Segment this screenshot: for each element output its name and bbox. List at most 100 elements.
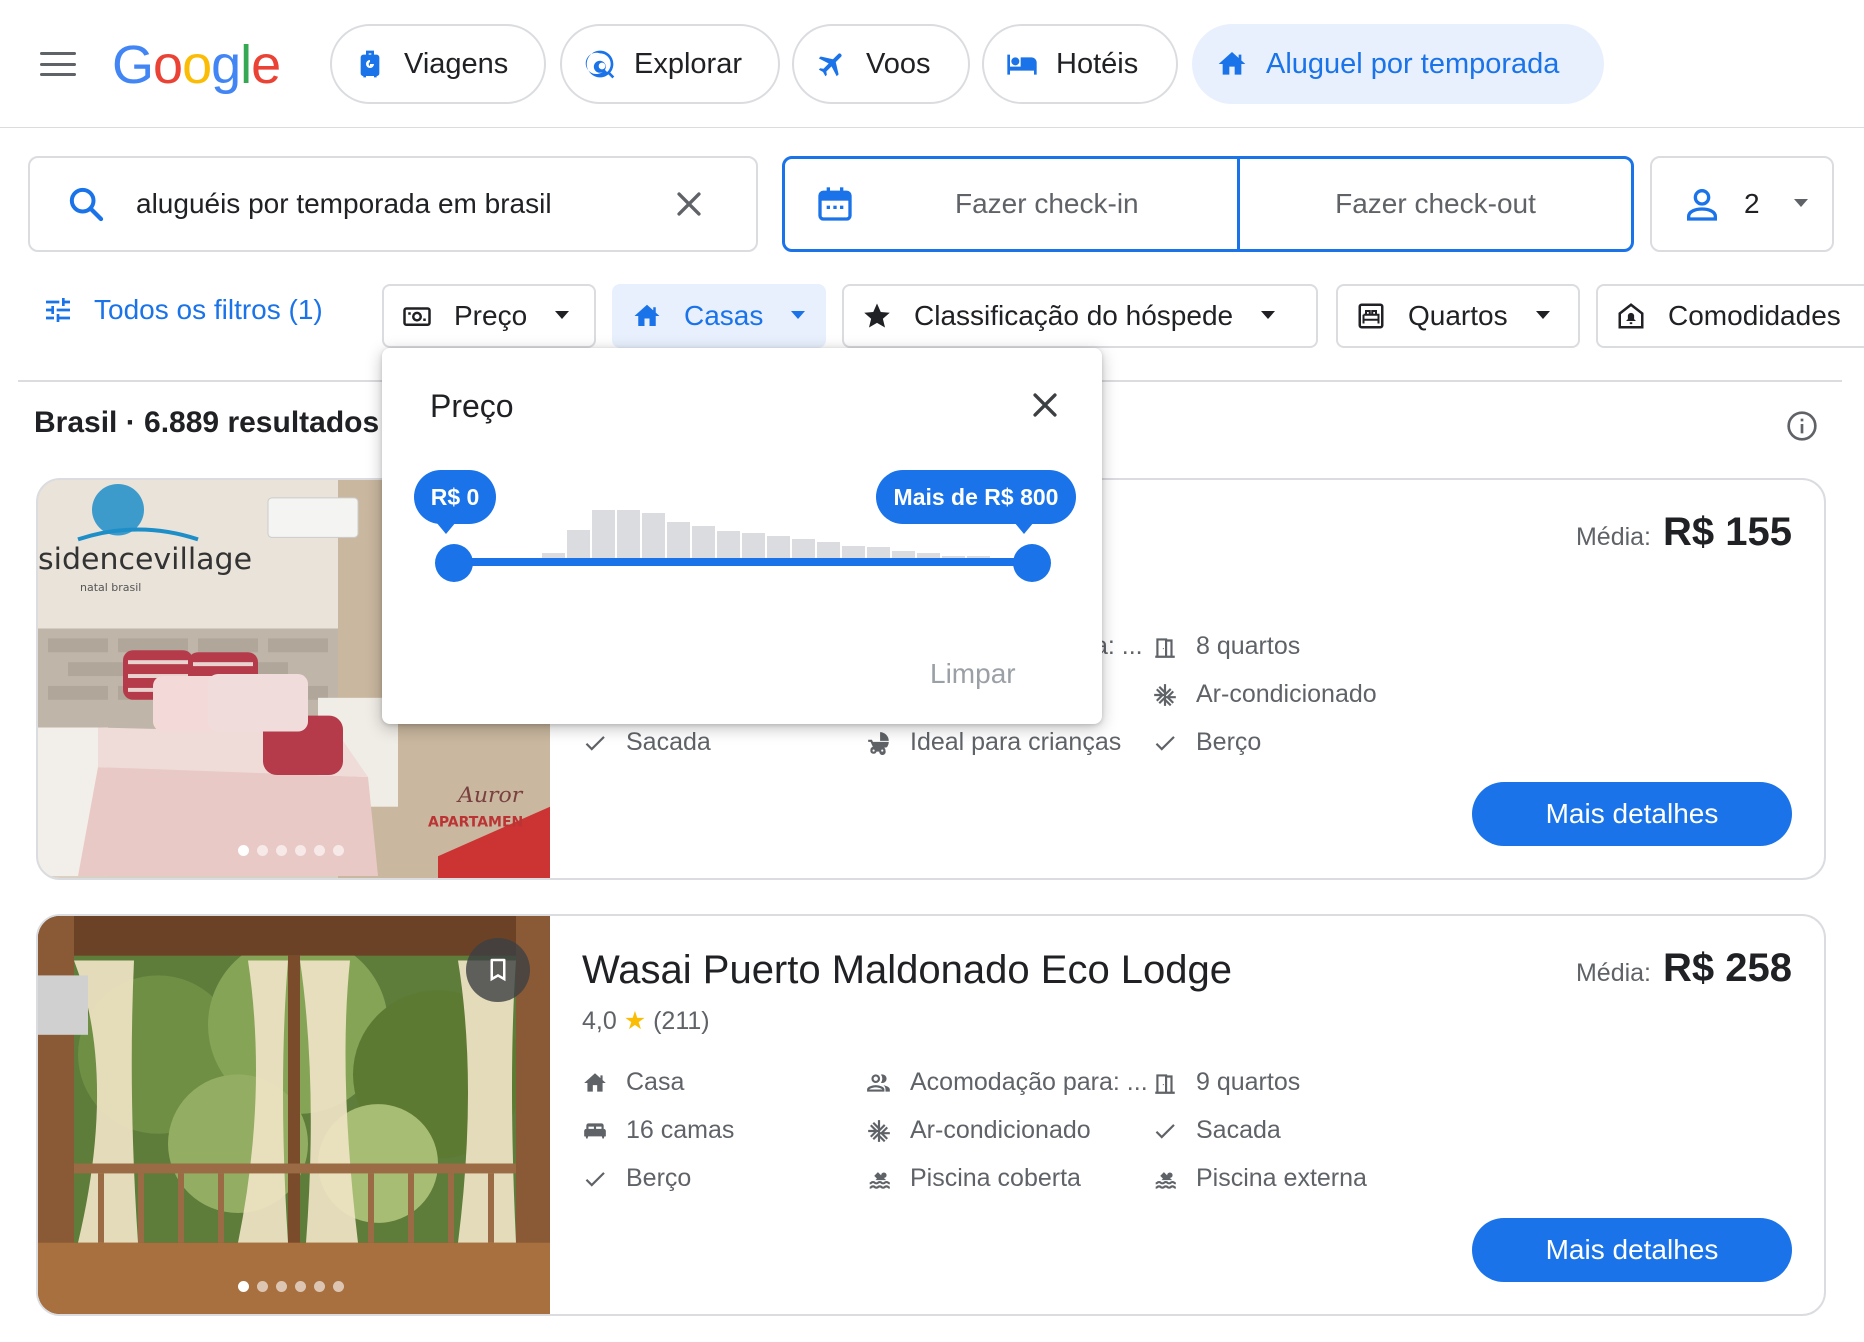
close-icon[interactable] (1028, 388, 1062, 422)
amenity-text: Acomodação para: ... (910, 1068, 1148, 1096)
checkin-field[interactable]: Fazer check-in (785, 159, 1240, 249)
amenity-text: Piscina externa (1196, 1164, 1367, 1192)
guests-icon (867, 1073, 890, 1092)
histogram-bar (692, 526, 715, 558)
rating-value: 4,0 (582, 1007, 617, 1035)
amenity-text: Casa (626, 1068, 685, 1096)
nav-label: Aluguel por temporada (1266, 47, 1560, 80)
amenity-text: 9 quartos (1196, 1068, 1301, 1096)
search-input[interactable]: aluguéis por temporada em brasil (136, 188, 672, 220)
home-icon (1218, 52, 1246, 75)
search-box[interactable]: aluguéis por temporada em brasil (28, 156, 758, 252)
price-prefix: Média: (1575, 523, 1652, 551)
snowflake-icon (1154, 683, 1176, 706)
search-icon (69, 187, 104, 222)
histogram-bar (867, 547, 890, 558)
snowflake-icon (868, 1119, 890, 1142)
nav-explorar[interactable]: Explorar (560, 24, 780, 104)
info-icon[interactable] (1786, 410, 1818, 442)
price-filter-popup: Preço R$ 0 Mais de R$ 800 Limpar (382, 348, 1102, 724)
nav-voos[interactable]: Voos (792, 24, 970, 104)
menu-icon[interactable] (40, 52, 76, 76)
tune-icon (46, 298, 70, 322)
guests-selector[interactable]: 2 (1650, 156, 1834, 252)
bed-icon (584, 1122, 606, 1139)
amenity: Piscina coberta (866, 1164, 1081, 1193)
clear-search-icon[interactable] (672, 187, 706, 221)
histogram-bar (642, 513, 665, 558)
photo-brand-subtext: natal brasil (80, 581, 141, 594)
nav-hoteis[interactable]: Hotéis (982, 24, 1178, 104)
price-slider-max-handle[interactable] (1013, 544, 1051, 582)
person-icon (1687, 189, 1717, 221)
star-icon (864, 303, 890, 328)
amenity: Berço (1152, 728, 1261, 757)
amenities-icon (1618, 303, 1644, 329)
more-details-button[interactable]: Mais detalhes (1472, 782, 1792, 846)
chevron-down-icon (1793, 199, 1808, 207)
histogram-bar (617, 510, 640, 558)
photo-brand-text: sidencevillage (38, 542, 252, 577)
price-slider-track[interactable] (454, 558, 1032, 566)
all-filters-button[interactable]: Todos os filtros (1) (42, 294, 323, 326)
plane-icon (818, 53, 842, 77)
top-bar: Google Viagens Explorar Voos Hotéis Alug… (0, 0, 1864, 128)
max-price-tooltip: Mais de R$ 800 (876, 470, 1076, 534)
date-picker: Fazer check-in Fazer check-out (782, 156, 1634, 252)
amenity: Piscina externa (1152, 1164, 1367, 1193)
amenity: Casa (582, 1068, 684, 1097)
price-icon (403, 307, 431, 326)
home-icon (584, 1072, 606, 1092)
histogram-bar (792, 539, 815, 558)
photo-carousel-dots[interactable] (238, 845, 344, 856)
check-icon (585, 735, 605, 751)
listing-card[interactable]: Wasai Puerto Maldonado Eco Lodge 4,0 ★ (… (36, 914, 1826, 1316)
amenity-text: Sacada (626, 728, 711, 756)
amenity: Ar-condicionado (1152, 680, 1377, 709)
popup-title: Preço (430, 388, 514, 424)
listing-price: Média: R$ 155 (1576, 510, 1792, 555)
amenity: Berço (582, 1164, 691, 1193)
photo-carousel-dots[interactable] (238, 1281, 344, 1292)
check-icon (585, 1171, 605, 1187)
price-value: R$ 155 (1663, 510, 1792, 554)
nav-label: Explorar (634, 47, 742, 80)
nav-viagens[interactable]: Viagens (330, 24, 546, 104)
more-details-button[interactable]: Mais detalhes (1472, 1218, 1792, 1282)
amenity: Sacada (582, 728, 711, 757)
hotel-bed-icon (1007, 54, 1037, 75)
histogram-bar (767, 536, 790, 558)
histogram-bar (842, 546, 865, 558)
filter-chip-preco[interactable]: Preço (382, 284, 596, 348)
price-value: R$ 258 (1663, 946, 1792, 990)
amenity: 16 camas (582, 1116, 734, 1145)
filter-chip-quartos[interactable]: Quartos (1336, 284, 1580, 348)
filter-bar: Todos os filtros (1) Preço Casas Classif… (0, 284, 1864, 348)
listing-rating: 4,0 ★ (211) (582, 1006, 710, 1036)
filter-chip-classificacao[interactable]: Classificação do hóspede (842, 284, 1318, 348)
checkout-field[interactable]: Fazer check-out (1240, 159, 1631, 249)
amenity-text: 8 quartos (1196, 632, 1301, 660)
all-filters-label: Todos os filtros (1) (94, 294, 323, 325)
chip-label: Casas (684, 300, 764, 331)
nav-aluguel-por-temporada[interactable]: Aluguel por temporada (1192, 24, 1604, 104)
luggage-icon (360, 50, 380, 78)
results-summary: Brasil · 6.889 resultados (34, 406, 380, 439)
review-count: (211) (653, 1007, 710, 1035)
save-button[interactable] (466, 938, 530, 1002)
star-icon: ★ (623, 1007, 647, 1035)
calendar-icon (818, 187, 852, 221)
door-icon (1155, 637, 1175, 658)
explore-icon (585, 50, 615, 79)
nav-label: Hotéis (1056, 47, 1139, 80)
filter-chip-comodidades[interactable]: Comodidades (1596, 284, 1864, 348)
price-slider-min-handle[interactable] (435, 544, 473, 582)
listing-title[interactable]: Wasai Puerto Maldonado Eco Lodge (582, 948, 1232, 993)
clear-button[interactable]: Limpar (930, 658, 1016, 690)
chevron-down-icon (1261, 311, 1276, 319)
filter-chip-casas[interactable]: Casas (612, 284, 826, 348)
histogram-bar (592, 510, 615, 558)
door-icon (1155, 1073, 1175, 1094)
google-logo[interactable]: Google (112, 30, 281, 100)
checkout-label: Fazer check-out (1335, 188, 1536, 219)
